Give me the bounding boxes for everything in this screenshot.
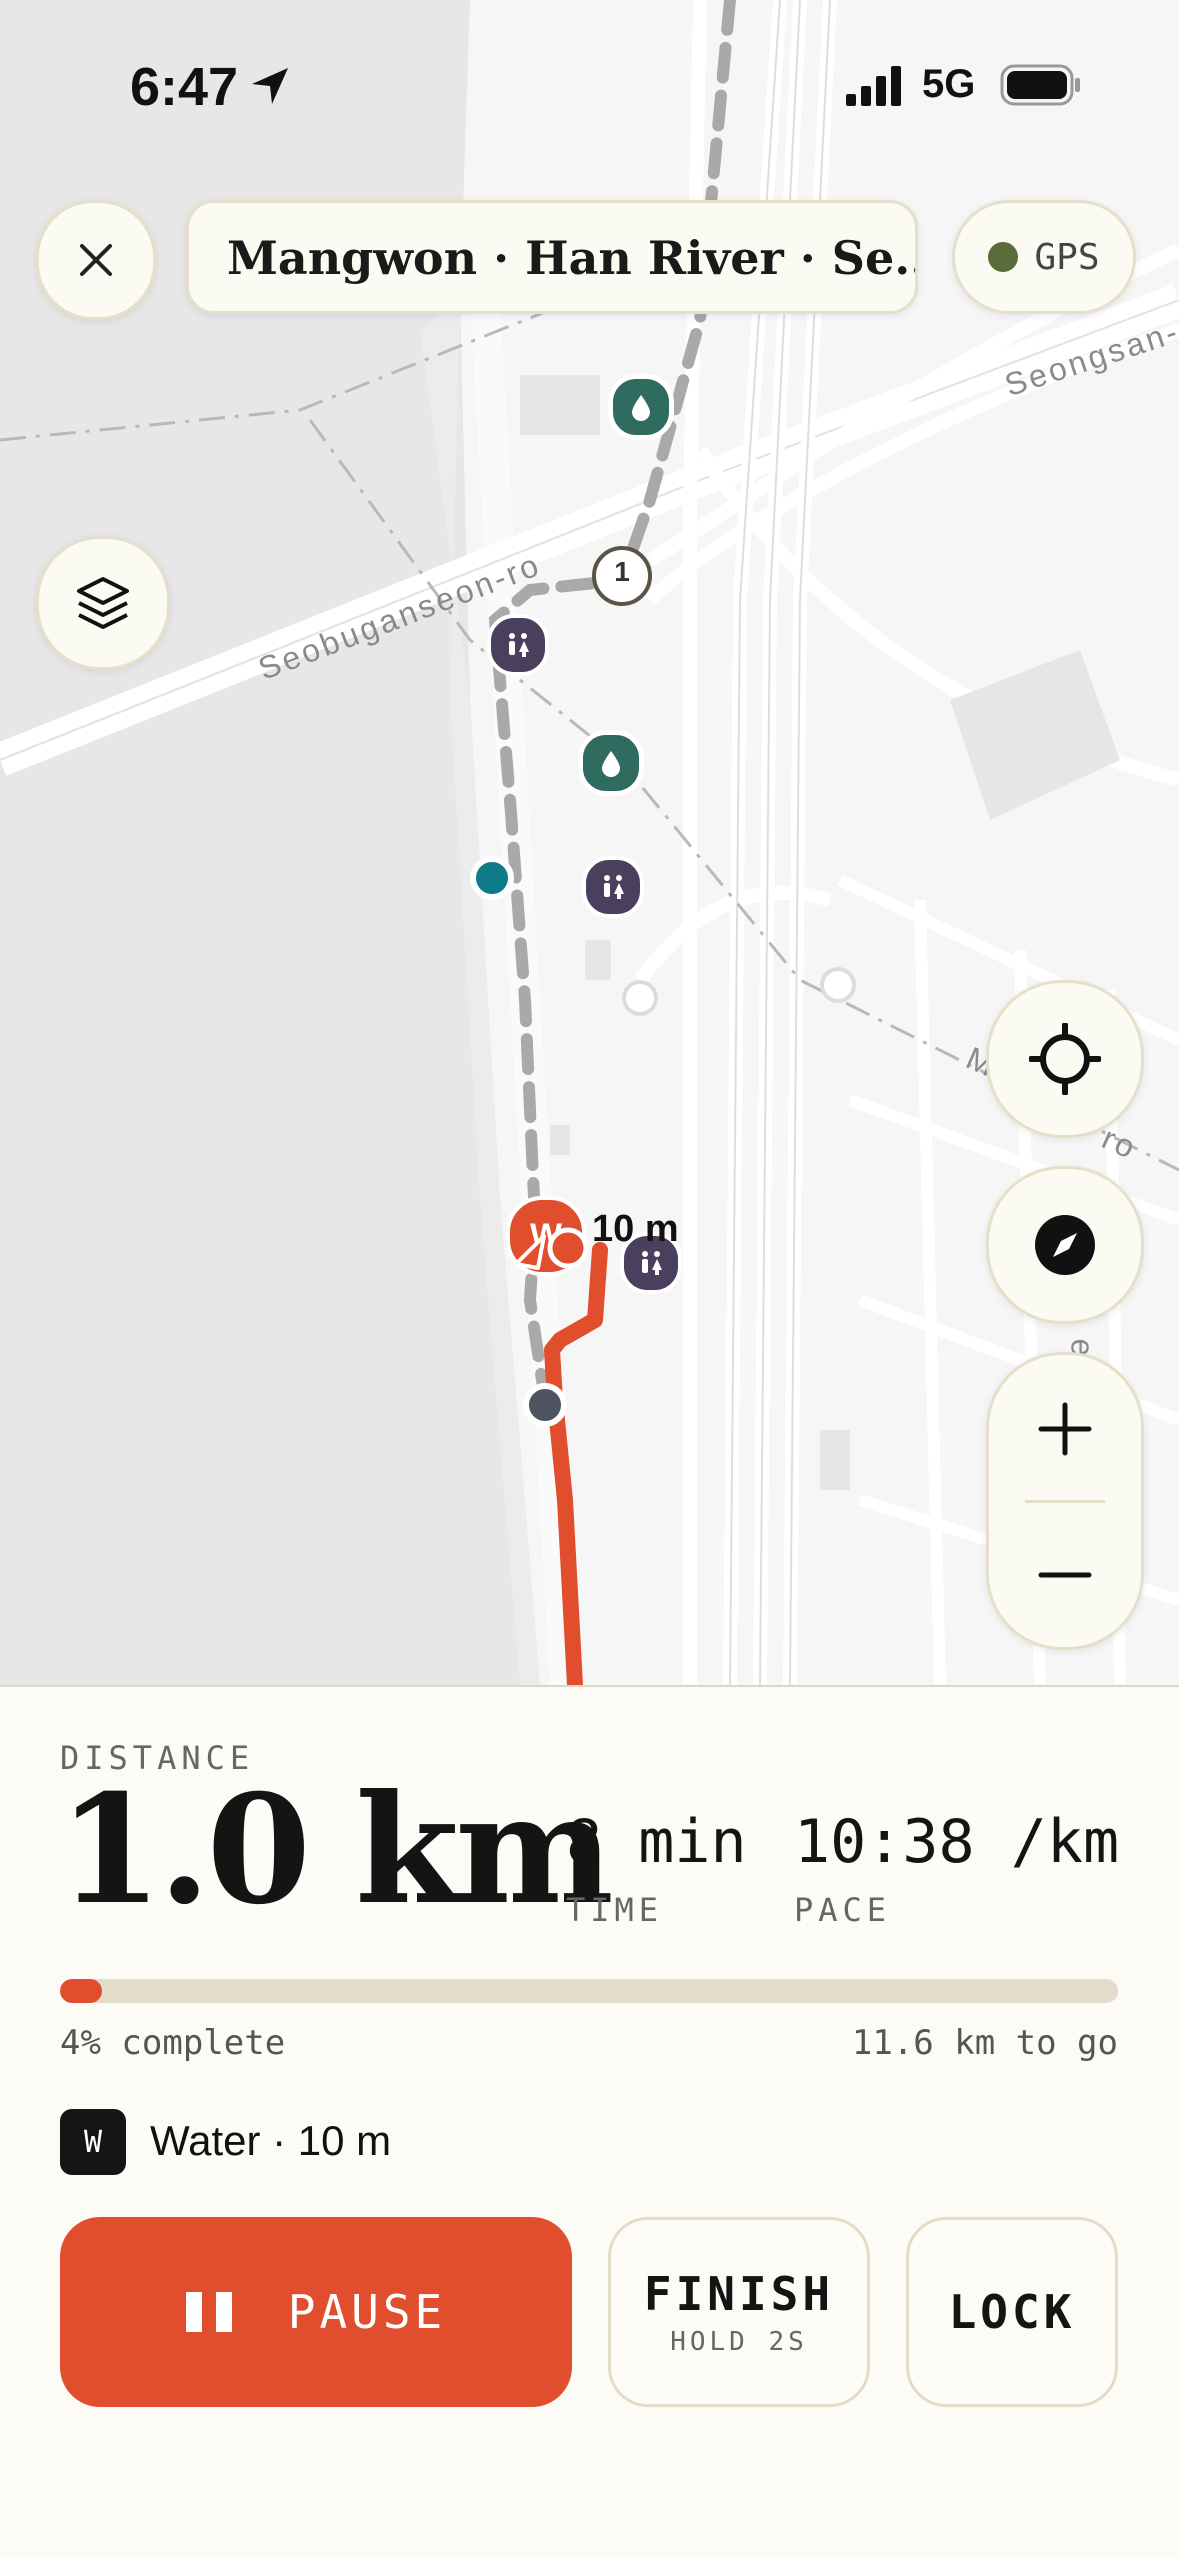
recenter-button[interactable] <box>986 980 1144 1138</box>
water-icon[interactable] <box>608 374 674 440</box>
lock-button[interactable]: LOCK <box>906 2217 1118 2407</box>
layers-button[interactable] <box>36 536 170 670</box>
compass-button[interactable] <box>986 1166 1144 1324</box>
signal-icon <box>846 66 901 106</box>
zoom-control <box>986 1352 1144 1650</box>
time-value: 8 min <box>566 1807 747 1877</box>
pause-icon <box>185 2292 232 2332</box>
zoom-in-button[interactable] <box>989 1355 1141 1500</box>
waypoint-1-number: 1 <box>614 556 630 587</box>
gps-status-button[interactable]: GPS <box>952 200 1136 314</box>
minus-icon <box>1038 1572 1092 1578</box>
pace-value: 10:38 /km <box>794 1807 1120 1877</box>
location-arrow-icon <box>252 68 288 104</box>
progress-text: 4% complete <box>60 2023 286 2063</box>
layers-icon <box>77 577 129 629</box>
route-title[interactable]: Mangwon · Han River · Se... <box>186 200 918 314</box>
restroom-icon[interactable] <box>582 856 644 918</box>
next-waypoint-text: Water · 10 m <box>150 2117 392 2164</box>
finish-button[interactable]: FINISH HOLD 2S <box>608 2217 870 2407</box>
waypoint-distance-label: 10 m <box>592 1208 679 1250</box>
user-location-arrow-icon <box>514 1227 589 1270</box>
water-icon[interactable] <box>578 730 644 796</box>
close-icon <box>80 244 112 276</box>
network-type: 5G <box>922 62 976 106</box>
progress-bar <box>60 1979 1118 2003</box>
checkpoint-dot[interactable] <box>523 1383 567 1427</box>
distance-value: 1.0 km <box>58 1762 614 1938</box>
status-time: 6:47 <box>130 57 239 117</box>
poi-dot[interactable] <box>470 856 514 900</box>
plus-icon <box>1038 1402 1092 1456</box>
progress-bar-fill <box>60 1979 103 2003</box>
restroom-icon[interactable] <box>487 614 549 676</box>
time-label: TIME <box>566 1891 664 1929</box>
status-bar: 6:47 5G <box>0 48 1179 128</box>
compass-icon <box>1035 1215 1095 1275</box>
finish-label: FINISH <box>643 2267 835 2321</box>
zoom-out-button[interactable] <box>989 1503 1141 1647</box>
remaining-distance: 11.6 km to go <box>851 2023 1118 2063</box>
pace-label: PACE <box>794 1891 892 1929</box>
pause-button[interactable]: PAUSE <box>60 2217 572 2407</box>
run-stats-panel: DISTANCE 1.0 km 8 min TIME 10:38 /km PAC… <box>0 1685 1179 2558</box>
lock-label: LOCK <box>948 2285 1076 2339</box>
battery-icon <box>1000 64 1080 106</box>
gps-status-dot <box>988 242 1019 272</box>
next-waypoint-badge: W <box>60 2109 126 2175</box>
pause-label: PAUSE <box>287 2285 447 2339</box>
crosshair-icon <box>1029 1023 1101 1095</box>
map-view[interactable]: Seobuganseon-ro Seongsan- M ro eon 1 W 1… <box>0 0 1179 1685</box>
close-button[interactable] <box>36 200 156 320</box>
finish-hold-hint: HOLD 2S <box>670 2327 808 2357</box>
gps-label: GPS <box>1034 236 1100 278</box>
